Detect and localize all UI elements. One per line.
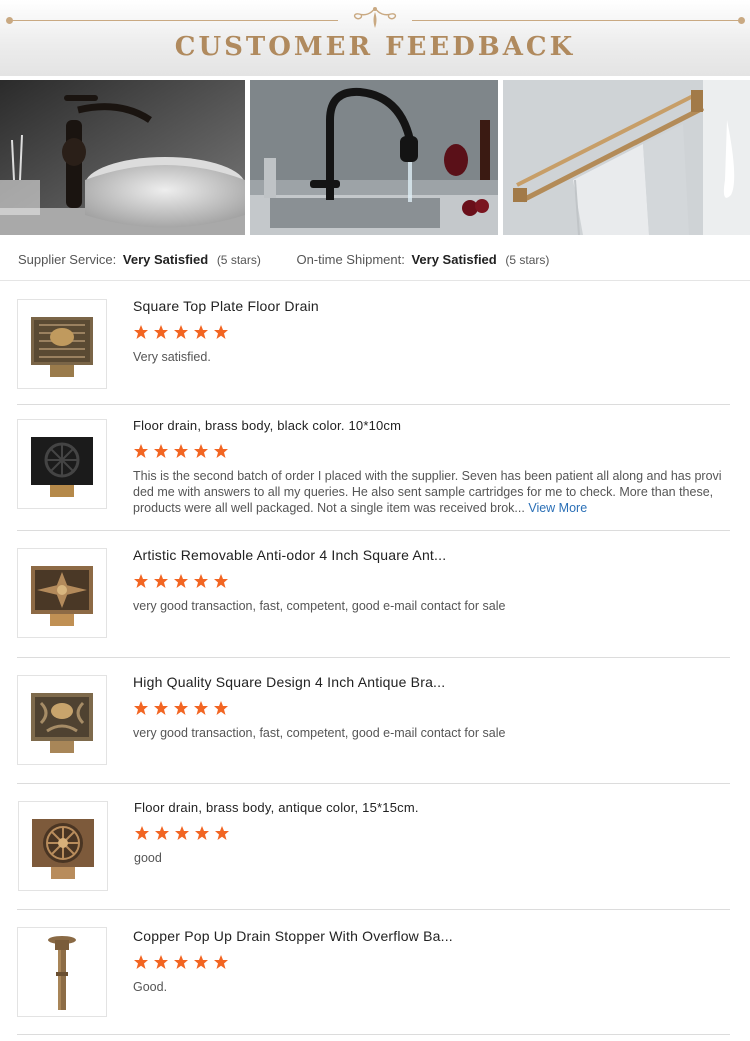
star-icon <box>215 826 229 840</box>
review-body: Very satisfied. <box>133 350 211 364</box>
star-icon <box>134 574 148 588</box>
star-icon <box>155 826 169 840</box>
star-icon <box>214 955 228 969</box>
star-icon <box>154 444 168 458</box>
review-title[interactable]: Floor drain, brass body, antique color, … <box>134 800 724 815</box>
divider <box>0 280 750 281</box>
star-icon <box>134 701 148 715</box>
review-body-text: This is the second batch of order I plac… <box>133 469 722 515</box>
star-icon <box>174 444 188 458</box>
review-body: very good transaction, fast, competent, … <box>133 726 506 740</box>
review-body: good <box>134 851 162 865</box>
star-rating <box>133 573 723 589</box>
view-more-link[interactable]: View More <box>528 501 587 515</box>
banner-dot-right <box>738 17 745 24</box>
star-icon <box>174 325 188 339</box>
star-icon <box>174 574 188 588</box>
page-title: CUSTOMER FEEDBACK <box>174 32 576 62</box>
antique-floor-drain-icon[interactable] <box>17 548 107 638</box>
review-item: Square Top Plate Floor Drain Very satisf… <box>17 297 730 405</box>
star-rating <box>133 324 723 340</box>
faucet-basin-photo <box>0 80 245 235</box>
star-icon <box>214 444 228 458</box>
supplier-service-rating: Supplier Service: Very Satisfied (5 star… <box>18 252 261 267</box>
star-icon <box>174 955 188 969</box>
star-rating <box>133 443 723 459</box>
review-body: Good. <box>133 980 168 994</box>
flourish-icon <box>353 7 397 28</box>
review-body: very good transaction, fast, competent, … <box>133 599 506 613</box>
round-pattern-drain-icon[interactable] <box>18 801 108 891</box>
review-body: This is the second batch of order I plac… <box>133 468 723 516</box>
star-icon <box>134 444 148 458</box>
star-icon <box>194 701 208 715</box>
star-icon <box>154 574 168 588</box>
review-item: High Quality Square Design 4 Inch Antiqu… <box>17 673 730 784</box>
supplier-service-stars: (5 stars) <box>216 253 261 267</box>
star-icon <box>194 444 208 458</box>
black-floor-drain-icon[interactable] <box>17 419 107 509</box>
star-icon <box>174 701 188 715</box>
feedback-banner: CUSTOMER FEEDBACK <box>0 0 750 76</box>
review-item: Floor drain, brass body, black color. 10… <box>17 417 730 531</box>
shipment-value: Very Satisfied <box>411 252 497 267</box>
towel-bar-photo <box>503 80 750 235</box>
review-title[interactable]: High Quality Square Design 4 Inch Antiqu… <box>133 674 723 690</box>
star-icon <box>195 826 209 840</box>
star-icon <box>154 325 168 339</box>
review-item: Artistic Removable Anti-odor 4 Inch Squa… <box>17 546 730 658</box>
antique-brass-drain-icon[interactable] <box>17 675 107 765</box>
supplier-service-label: Supplier Service: <box>18 252 117 267</box>
banner-rule-left <box>8 20 338 21</box>
star-icon <box>214 574 228 588</box>
shipment-label: On-time Shipment: <box>296 252 405 267</box>
banner-rule-right <box>412 20 742 21</box>
star-icon <box>134 955 148 969</box>
star-icon <box>175 826 189 840</box>
star-icon <box>154 701 168 715</box>
review-title[interactable]: Square Top Plate Floor Drain <box>133 298 723 314</box>
review-title[interactable]: Floor drain, brass body, black color. 10… <box>133 418 723 433</box>
shipment-rating: On-time Shipment: Very Satisfied (5 star… <box>296 252 549 267</box>
rating-summary: Supplier Service: Very Satisfied (5 star… <box>18 252 738 267</box>
review-item: Floor drain, brass body, antique color, … <box>17 799 730 910</box>
star-icon <box>134 325 148 339</box>
banner-dot-left <box>6 17 13 24</box>
shipment-stars: (5 stars) <box>505 253 550 267</box>
star-rating <box>134 825 724 841</box>
review-title[interactable]: Copper Pop Up Drain Stopper With Overflo… <box>133 928 723 944</box>
supplier-service-value: Very Satisfied <box>122 252 209 267</box>
star-icon <box>194 574 208 588</box>
review-item: Copper Pop Up Drain Stopper With Overflo… <box>17 927 730 1035</box>
pop-up-drain-stopper-icon[interactable] <box>17 927 107 1017</box>
square-floor-drain-icon[interactable] <box>17 299 107 389</box>
star-icon <box>135 826 149 840</box>
kitchen-faucet-photo <box>250 80 498 235</box>
star-icon <box>194 325 208 339</box>
star-icon <box>214 701 228 715</box>
review-title[interactable]: Artistic Removable Anti-odor 4 Inch Squa… <box>133 547 723 563</box>
star-icon <box>154 955 168 969</box>
star-icon <box>194 955 208 969</box>
star-rating <box>133 954 723 970</box>
star-rating <box>133 700 723 716</box>
star-icon <box>214 325 228 339</box>
